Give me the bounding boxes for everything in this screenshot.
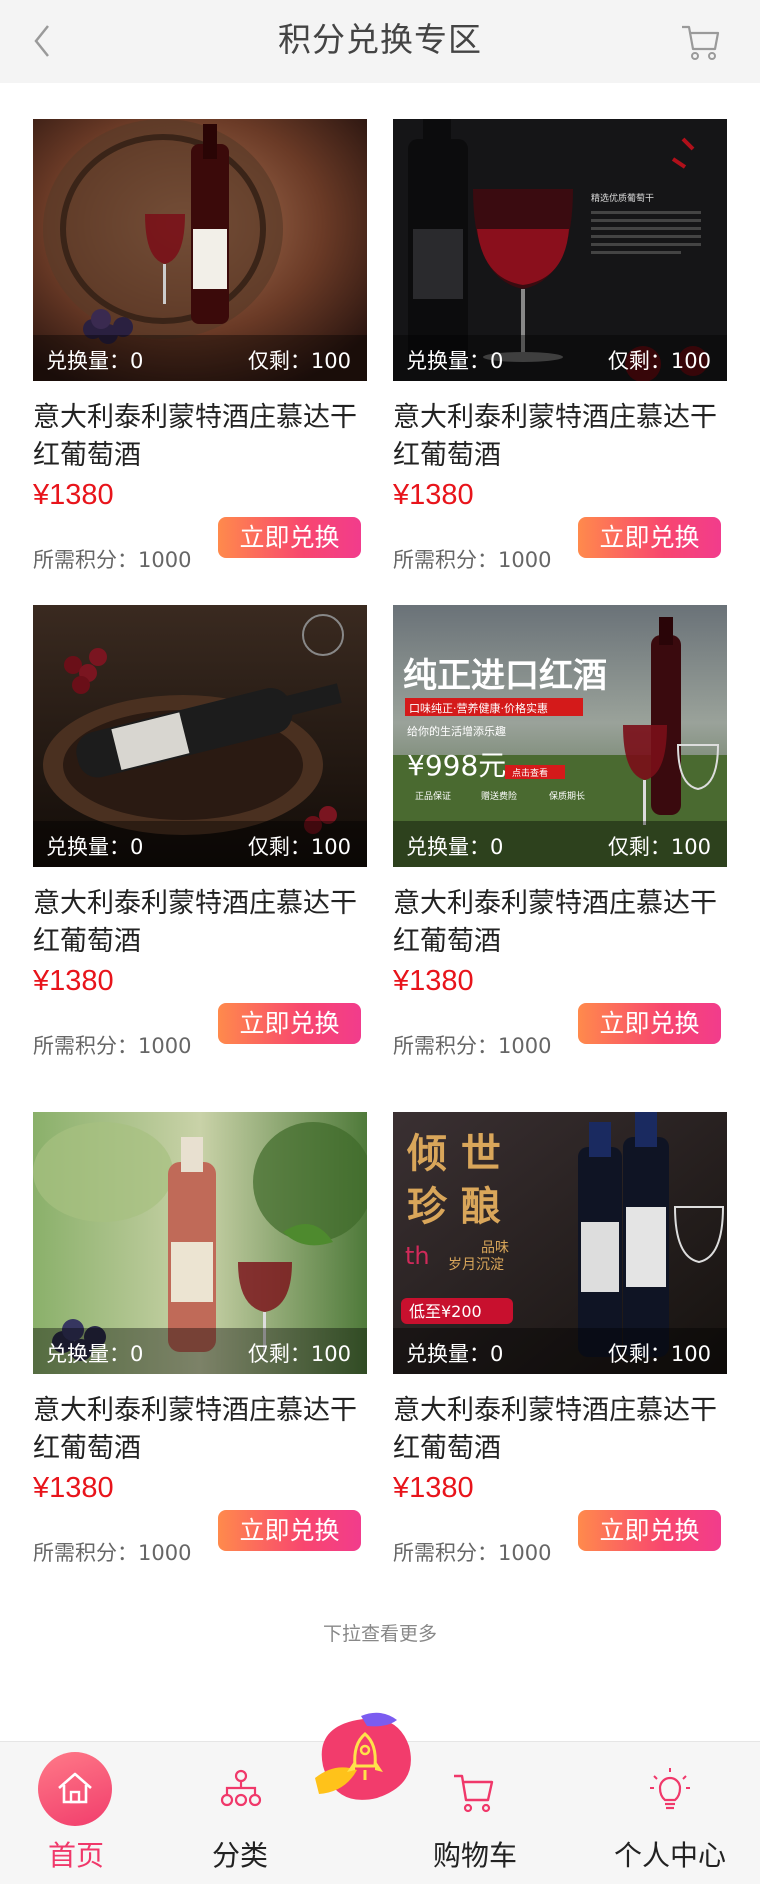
product-name[interactable]: 意大利泰利蒙特酒庄慕达干红葡萄酒: [393, 885, 723, 961]
product-price: ¥1380: [33, 1472, 114, 1504]
product-price: ¥1380: [33, 479, 114, 511]
product-card[interactable]: 精选优质葡萄干 兑换量：0 仅剩：100 意大利泰利蒙特酒庄慕达干红葡萄酒 ¥1…: [393, 119, 727, 572]
stock-overlay: 兑换量：0 仅剩：100: [393, 1328, 727, 1374]
cart-icon: [454, 1774, 494, 1813]
banner-small-text: 精选优质葡萄干: [591, 192, 654, 204]
exchanged-count: 兑换量：0: [46, 1342, 144, 1366]
product-card[interactable]: 倾 世 珍 酿 th 品味 岁月沉淀 低至¥200 兑换量：0 仅剩：100 意…: [393, 1112, 727, 1565]
cart-button[interactable]: [678, 18, 724, 64]
points-required: 所需积分：1000: [393, 1541, 552, 1565]
product-image[interactable]: 兑换量：0 仅剩：100: [33, 605, 367, 867]
remaining-count: 仅剩：100: [247, 349, 351, 373]
product-name[interactable]: 意大利泰利蒙特酒庄慕达干红葡萄酒: [33, 885, 363, 961]
lightbulb-icon: [650, 1768, 690, 1810]
exchanged-count: 兑换量：0: [46, 835, 144, 859]
product-image[interactable]: 纯正进口红酒 口味纯正·营养健康·价格实惠 给你的生活增添乐趣 ¥998元 点击…: [393, 605, 727, 867]
banner-slogan1: 品味: [481, 1240, 509, 1256]
product-image[interactable]: 兑换量：0 仅剩：100: [33, 1112, 367, 1374]
stock-overlay: 兑换量：0 仅剩：100: [33, 1328, 367, 1374]
points-required: 所需积分：1000: [33, 548, 192, 572]
points-required: 所需积分：1000: [393, 548, 552, 572]
product-name[interactable]: 意大利泰利蒙特酒庄慕达干红葡萄酒: [33, 399, 363, 475]
product-card[interactable]: 兑换量：0 仅剩：100 意大利泰利蒙特酒庄慕达干红葡萄酒 ¥1380 所需积分…: [33, 119, 367, 572]
remaining-count: 仅剩：100: [607, 349, 711, 373]
stock-overlay: 兑换量：0 仅剩：100: [393, 821, 727, 867]
redeem-button[interactable]: 立即兑换: [218, 1510, 361, 1551]
redeem-button[interactable]: 立即兑换: [218, 1003, 361, 1044]
banner-subline: 给你的生活增添乐趣: [407, 724, 506, 738]
product-name[interactable]: 意大利泰利蒙特酒庄慕达干红葡萄酒: [393, 1392, 723, 1468]
redeem-button[interactable]: 立即兑换: [578, 1510, 721, 1551]
cart-icon: [682, 25, 720, 60]
exchanged-count: 兑换量：0: [46, 349, 144, 373]
product-name[interactable]: 意大利泰利蒙特酒庄慕达干红葡萄酒: [393, 399, 723, 475]
product-image[interactable]: 精选优质葡萄干 兑换量：0 仅剩：100: [393, 119, 727, 381]
exchanged-count: 兑换量：0: [406, 835, 504, 859]
redeem-button[interactable]: 立即兑换: [578, 517, 721, 558]
banner-badge: 正品保证: [415, 790, 451, 802]
banner-slogan2: 岁月沉淀: [448, 1257, 504, 1273]
product-card[interactable]: 兑换量：0 仅剩：100 意大利泰利蒙特酒庄慕达干红葡萄酒 ¥1380 所需积分…: [33, 605, 367, 1058]
stock-overlay: 兑换量：0 仅剩：100: [393, 335, 727, 381]
exchanged-count: 兑换量：0: [406, 349, 504, 373]
remaining-count: 仅剩：100: [607, 1342, 711, 1366]
tab-label: 个人中心: [613, 1839, 726, 1872]
remaining-count: 仅剩：100: [247, 835, 351, 859]
banner-badge: 保质期长: [549, 790, 585, 802]
home-icon: [58, 1772, 92, 1804]
load-more-hint: 下拉查看更多: [322, 1623, 437, 1645]
category-icon: [220, 1769, 262, 1807]
product-image[interactable]: 兑换量：0 仅剩：100: [33, 119, 367, 381]
product-card[interactable]: 纯正进口红酒 口味纯正·营养健康·价格实惠 给你的生活增添乐趣 ¥998元 点击…: [393, 605, 727, 1058]
tab-label: 首页: [47, 1839, 104, 1872]
tab-home[interactable]: 首页: [0, 1742, 152, 1884]
product-image[interactable]: 倾 世 珍 酿 th 品味 岁月沉淀 低至¥200 兑换量：0 仅剩：100: [393, 1112, 727, 1374]
rocket-icon[interactable]: [305, 1700, 425, 1820]
banner-price: 低至¥200: [409, 1302, 482, 1321]
product-name[interactable]: 意大利泰利蒙特酒庄慕达干红葡萄酒: [33, 1392, 363, 1468]
banner-headline: 纯正进口红酒: [403, 656, 607, 696]
product-price: ¥1380: [393, 1472, 474, 1504]
svg-text:th: th: [405, 1242, 430, 1270]
redeem-button[interactable]: 立即兑换: [218, 517, 361, 558]
banner-cta: 点击查看: [512, 767, 548, 779]
exchanged-count: 兑换量：0: [406, 1342, 504, 1366]
tab-profile[interactable]: 个人中心: [590, 1742, 750, 1884]
points-required: 所需积分：1000: [33, 1541, 192, 1565]
tab-label: 分类: [211, 1839, 268, 1872]
tab-label: 购物车: [432, 1839, 517, 1872]
banner-price: ¥998元: [407, 749, 506, 782]
top-navigation-bar: 积分兑换专区: [0, 0, 760, 83]
product-price: ¥1380: [393, 965, 474, 997]
redeem-button[interactable]: 立即兑换: [578, 1003, 721, 1044]
tab-category[interactable]: 分类: [165, 1742, 315, 1884]
stock-overlay: 兑换量：0 仅剩：100: [33, 335, 367, 381]
remaining-count: 仅剩：100: [607, 835, 711, 859]
product-price: ¥1380: [393, 479, 474, 511]
product-card[interactable]: 兑换量：0 仅剩：100 意大利泰利蒙特酒庄慕达干红葡萄酒 ¥1380 所需积分…: [33, 1112, 367, 1565]
banner-badge: 赠送费险: [481, 790, 517, 802]
points-required: 所需积分：1000: [33, 1034, 192, 1058]
banner-line1: 倾 世: [406, 1130, 501, 1177]
banner-tagline: 口味纯正·营养健康·价格实惠: [409, 701, 548, 715]
remaining-count: 仅剩：100: [247, 1342, 351, 1366]
points-required: 所需积分：1000: [393, 1034, 552, 1058]
page-title: 积分兑换专区: [278, 20, 482, 59]
banner-line2: 珍 酿: [407, 1183, 501, 1230]
product-price: ¥1380: [33, 965, 114, 997]
stock-overlay: 兑换量：0 仅剩：100: [33, 821, 367, 867]
